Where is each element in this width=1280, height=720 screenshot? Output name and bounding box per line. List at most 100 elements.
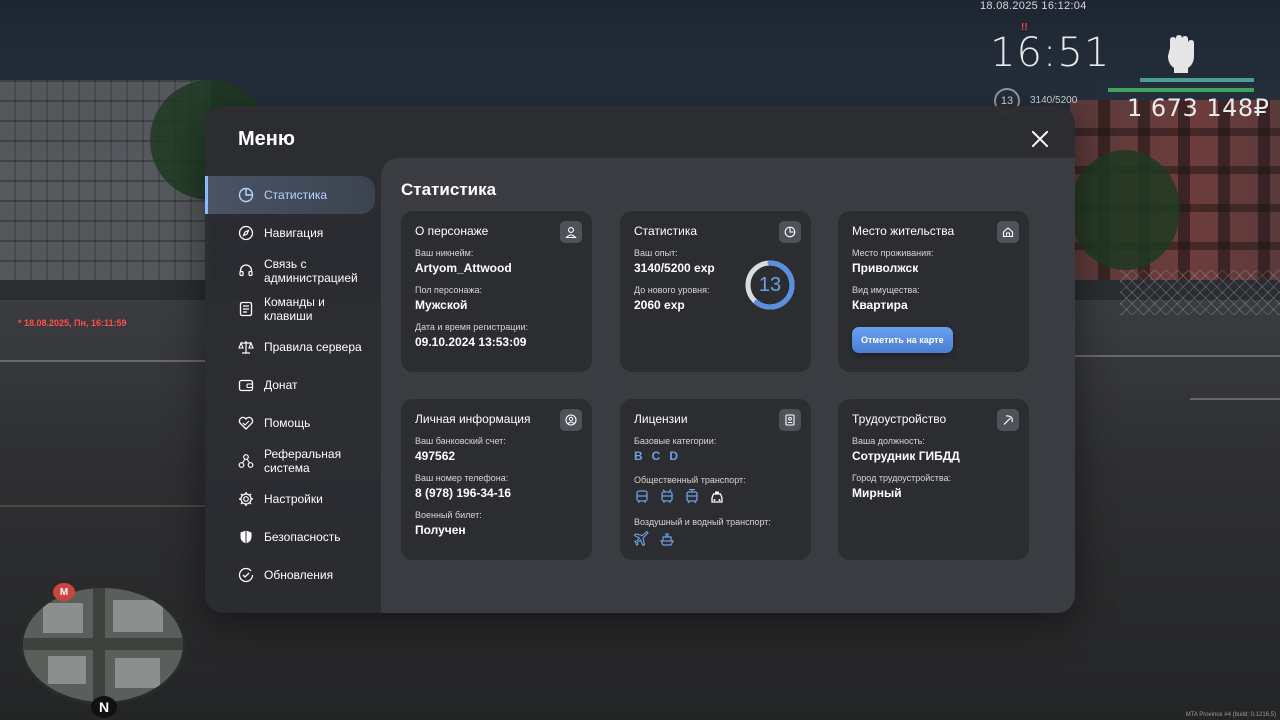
- taxi-icon: [711, 491, 723, 503]
- id-card-icon: [779, 409, 801, 431]
- hud-datetime: 18.08.2025 16:12:04: [980, 0, 1087, 12]
- north-indicator: N: [91, 696, 117, 718]
- air-water-transport-icons: [634, 531, 797, 547]
- road-marking: [1075, 355, 1280, 357]
- gender-label: Пол персонажа:: [415, 285, 483, 295]
- gender-value: Мужской: [415, 298, 468, 312]
- sidebar-item-navigation[interactable]: Навигация: [205, 214, 381, 252]
- registration-label: Дата и время регистрации:: [415, 322, 528, 332]
- user-icon: [560, 221, 582, 243]
- sidebar-item-label: Настройки: [264, 492, 323, 506]
- hud-chat-date: * 18.08.2025, Пн, 16:11:59: [18, 318, 127, 328]
- exp-label: Ваш опыт:: [634, 248, 678, 258]
- military-id-value: Получен: [415, 523, 466, 537]
- content-title: Статистика: [401, 180, 497, 199]
- mark-on-map-button[interactable]: Отметить на карте: [852, 327, 953, 353]
- sidebar-item-donate[interactable]: Донат: [205, 366, 381, 404]
- license-categories: B C D: [634, 449, 797, 463]
- card-title: Статистика: [634, 224, 698, 238]
- hud-money: 1 673 148₽: [1127, 94, 1270, 122]
- sidebar-item-label: Безопасность: [264, 530, 341, 544]
- sidebar-item-help[interactable]: Помощь: [205, 404, 381, 442]
- nickname-value: Artyom_Attwood: [415, 261, 512, 275]
- work-city-label: Город трудоустройства:: [852, 473, 952, 483]
- card-title: О персонаже: [415, 224, 489, 238]
- sidebar-item-settings[interactable]: Настройки: [205, 480, 381, 518]
- pickaxe-icon: [997, 409, 1019, 431]
- ship-icon: [660, 533, 674, 546]
- user-circle-icon: [560, 409, 582, 431]
- fist-icon: [1168, 35, 1194, 73]
- sidebar-item-label: Навигация: [264, 226, 324, 240]
- position-value: Сотрудник ГИБДД: [852, 449, 960, 463]
- air-water-transport-label: Воздушный и водный транспорт:: [634, 517, 771, 527]
- pie-chart-icon: [238, 187, 254, 203]
- work-city-value: Мирный: [852, 486, 902, 500]
- tram-icon: [686, 489, 698, 504]
- phone-value: 8 (978) 196-34-16: [415, 486, 512, 500]
- bus-icon: [636, 490, 648, 503]
- build-info: MTA Province #4 (build: 0.1216.5): [1185, 712, 1276, 718]
- card-licenses: Лицензии Базовые категории: B C D Общест…: [620, 399, 811, 560]
- sidebar-item-label: Донат: [264, 378, 298, 392]
- road-marking: [1190, 398, 1280, 400]
- public-transport-label: Общественный транспорт:: [634, 475, 746, 485]
- phone-label: Ваш номер телефона:: [415, 473, 509, 483]
- card-title: Трудоустройство: [852, 412, 947, 426]
- card-character: О персонаже Ваш никнейм: Artyom_Attwood …: [401, 211, 592, 372]
- check-circle-icon: [238, 567, 254, 583]
- sidebar-item-rules[interactable]: Правила сервера: [205, 328, 381, 366]
- plane-icon: [634, 531, 649, 547]
- basic-categories-label: Базовые категории:: [634, 436, 717, 446]
- heart-handshake-icon: [238, 415, 254, 431]
- sidebar-item-commands[interactable]: Команды и клавиши: [205, 290, 381, 328]
- nickname-label: Ваш никнейм:: [415, 248, 474, 258]
- card-statistics: Статистика Ваш опыт: 3140/5200 exp До но…: [620, 211, 811, 372]
- sidebar-item-updates[interactable]: Обновления: [205, 556, 381, 594]
- property-label: Вид имущества:: [852, 285, 920, 295]
- sidebar-item-label: Статистика: [264, 188, 328, 202]
- hud-exp: 3140/5200: [1030, 95, 1078, 106]
- card-residence: Место жительства Место проживания: Приво…: [838, 211, 1029, 372]
- sidebar-item-security[interactable]: Безопасность: [205, 518, 381, 556]
- content-area: Статистика О персонаже Ваш никнейм: Arty…: [381, 158, 1075, 613]
- card-title: Лицензии: [634, 412, 688, 426]
- menu-panel: Меню Статистика Навигация Связь с админи…: [205, 106, 1075, 613]
- sidebar-item-referral[interactable]: Реферальная система: [205, 442, 381, 480]
- card-title: Место жительства: [852, 224, 955, 238]
- background-fence: [1120, 270, 1280, 315]
- minimap: [20, 585, 186, 705]
- network-icon: [238, 453, 254, 469]
- bank-account-value: 497562: [415, 449, 456, 463]
- level-number: 13: [758, 273, 782, 296]
- menu-title: Меню: [238, 128, 295, 150]
- close-icon[interactable]: [1027, 126, 1053, 152]
- keyboard-list-icon: [238, 301, 254, 317]
- metro-marker-icon: М: [53, 583, 75, 601]
- bank-account-label: Ваш банковский счет:: [415, 436, 506, 446]
- road-marking: [0, 360, 205, 362]
- scales-icon: [238, 339, 254, 355]
- trolleybus-icon: [661, 489, 673, 503]
- road-marking: [0, 505, 205, 507]
- sidebar-item-admin-contact[interactable]: Связь с администрацией: [205, 252, 381, 290]
- public-transport-icons: [634, 489, 797, 505]
- sidebar-item-statistics[interactable]: Статистика: [205, 176, 375, 214]
- compass-icon: [238, 225, 254, 241]
- military-id-label: Военный билет:: [415, 510, 482, 520]
- residence-place-value: Приволжск: [852, 261, 919, 275]
- sidebar: Статистика Навигация Связь с администрац…: [205, 176, 381, 594]
- license-category: D: [669, 449, 679, 463]
- position-label: Ваша должность:: [852, 436, 925, 446]
- registration-value: 09.10.2024 13:53:09: [415, 335, 527, 349]
- hud-armor-bar: [1140, 78, 1254, 82]
- sidebar-item-label: Реферальная система: [264, 447, 342, 475]
- card-personal-info: Личная информация Ваш банковский счет: 4…: [401, 399, 592, 560]
- license-category: C: [651, 449, 661, 463]
- sidebar-item-label: Команды и клавиши: [264, 295, 325, 323]
- wallet-icon: [238, 377, 254, 393]
- card-title: Личная информация: [415, 412, 531, 426]
- gear-icon: [238, 491, 254, 507]
- headset-icon: [238, 263, 254, 279]
- sidebar-item-label: Обновления: [264, 568, 334, 582]
